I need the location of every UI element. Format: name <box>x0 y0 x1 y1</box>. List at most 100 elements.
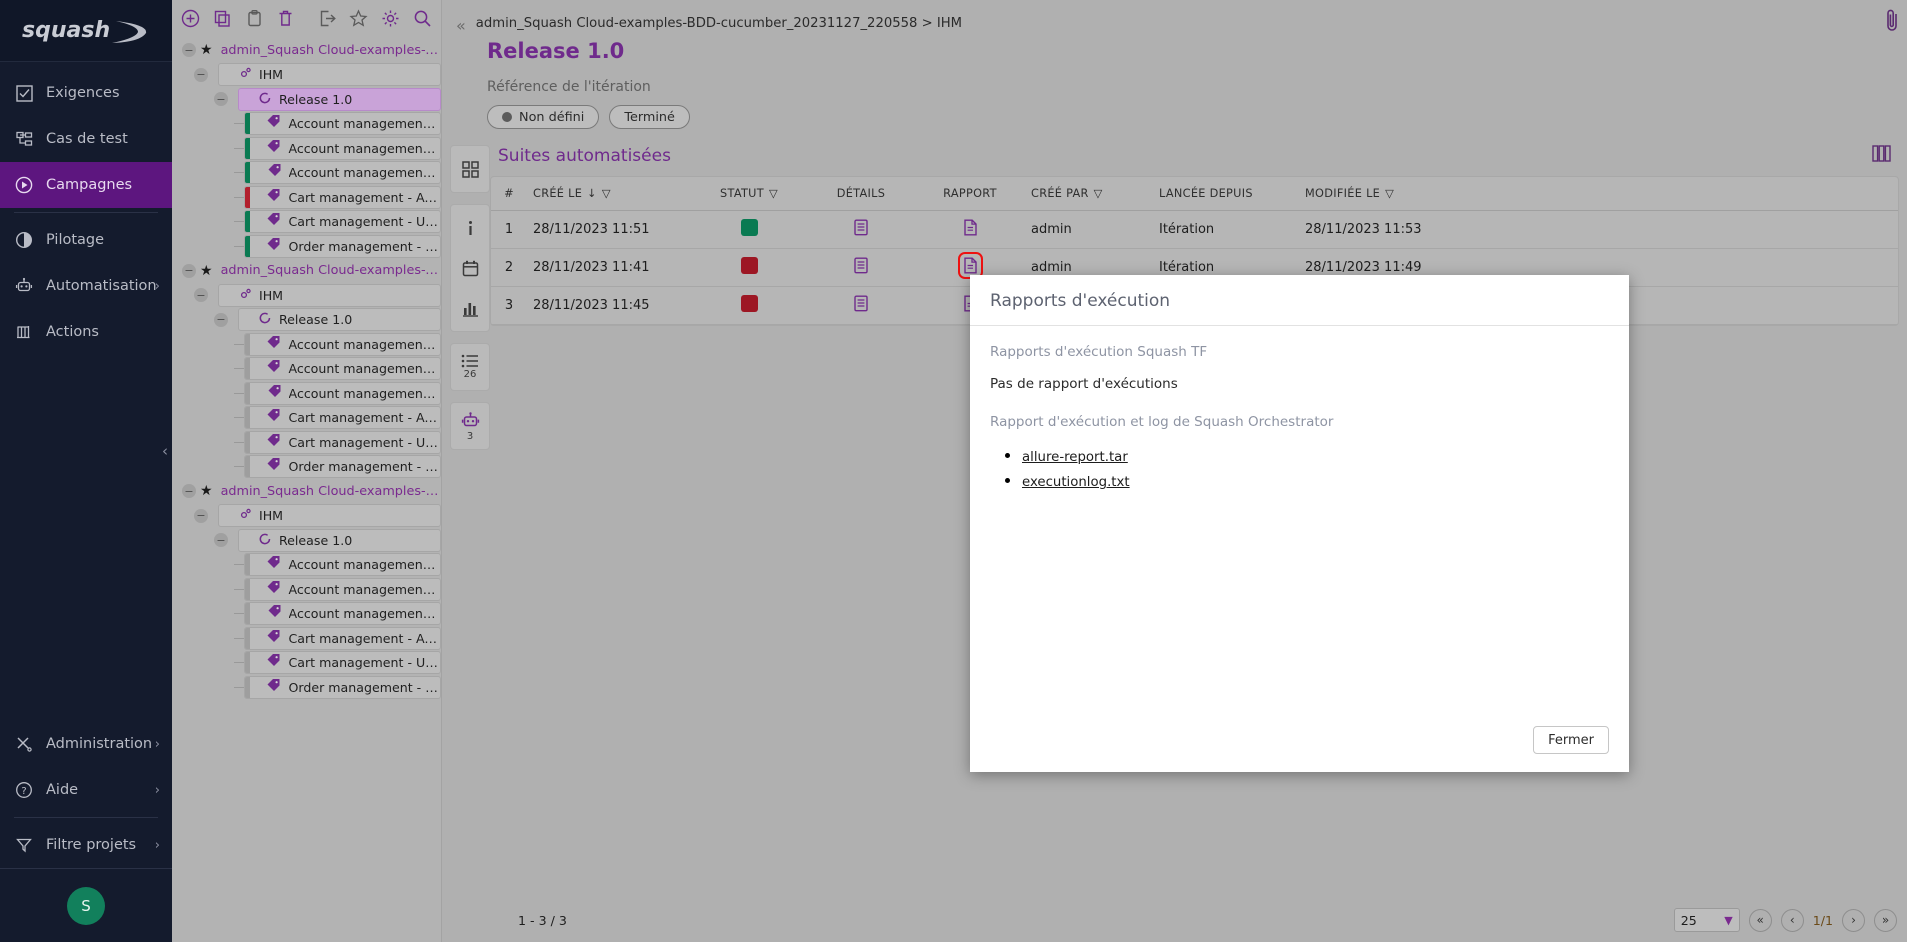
status-chip-non-defini[interactable]: Non défini <box>487 105 600 129</box>
tree-suite-row[interactable]: Order management - Order... <box>172 675 441 700</box>
tree-suite-node[interactable]: Account management - Lo... <box>244 602 441 626</box>
tree-release-row[interactable]: − Release 1.0 <box>172 308 441 333</box>
collapse-toggle-icon[interactable]: − <box>194 288 208 303</box>
tree-suite-node[interactable]: Account management - Acc... <box>244 332 441 356</box>
tree-folder-node[interactable]: IHM <box>218 63 441 87</box>
collapse-toggle-icon[interactable]: − <box>182 43 196 58</box>
tree-suite-row[interactable]: Cart management - Update... <box>172 651 441 676</box>
tree-suite-node[interactable]: Cart management - Add to ... <box>244 185 441 209</box>
tree-folder-row[interactable]: − IHM <box>172 63 441 88</box>
info-icon[interactable] <box>453 211 487 245</box>
tree-suite-row[interactable]: Account management - Acc... <box>172 357 441 382</box>
tree-project-row[interactable]: −★ admin_Squash Cloud-examples-BDD-... <box>172 259 441 284</box>
tree-suite-row[interactable]: Cart management - Add to ... <box>172 406 441 431</box>
columns-icon[interactable] <box>1872 145 1891 166</box>
last-page-button[interactable]: » <box>1874 908 1897 932</box>
collapse-toggle-icon[interactable]: − <box>182 263 196 278</box>
sort-desc-icon[interactable]: ↓ <box>587 187 597 200</box>
details-icon[interactable] <box>853 295 869 312</box>
delete-icon[interactable] <box>275 7 297 29</box>
tree-body[interactable]: −★admin_Squash Cloud-examples-BDD-...−IH… <box>172 36 441 942</box>
col-index[interactable]: # <box>491 177 527 211</box>
tree-suite-node[interactable]: Cart management - Add to ... <box>244 626 441 650</box>
tree-suite-row[interactable]: Account management - Acc... <box>172 136 441 161</box>
tree-suite-node[interactable]: Account management - Lo... <box>244 381 441 405</box>
tree-suite-row[interactable]: Order management - Order... <box>172 455 441 480</box>
list-icon[interactable]: 26 <box>453 350 487 384</box>
cell-details[interactable] <box>807 248 915 287</box>
col-modified-at[interactable]: MODIFIÉE LE ▽ <box>1299 177 1898 211</box>
tree-suite-node[interactable]: Account management - Acc... <box>244 553 441 577</box>
sidebar-item-filtre-projets[interactable]: Filtre projets › <box>0 822 172 868</box>
gear-icon[interactable] <box>380 7 402 29</box>
tree-suite-node[interactable]: Cart management - Update... <box>244 210 441 234</box>
collapse-toggle-icon[interactable]: − <box>214 92 228 107</box>
tree-suite-row[interactable]: Account management - Acc... <box>172 577 441 602</box>
close-dialog-button[interactable]: Fermer <box>1533 726 1609 754</box>
filter-icon[interactable]: ▽ <box>1094 187 1103 200</box>
col-details[interactable]: DÉTAILS <box>807 177 915 211</box>
tree-folder-row[interactable]: − IHM <box>172 504 441 529</box>
tree-release-row[interactable]: − Release 1.0 <box>172 87 441 112</box>
sidebar-item-campagnes[interactable]: Campagnes <box>0 162 172 208</box>
collapse-toggle-icon[interactable]: − <box>214 312 228 327</box>
cell-details[interactable] <box>807 210 915 249</box>
col-launched-from[interactable]: LANCÉE DEPUIS <box>1153 177 1299 211</box>
tree-suite-node[interactable]: Order management - Order... <box>244 455 441 479</box>
tree-folder-node[interactable]: IHM <box>218 504 441 528</box>
tree-suite-row[interactable]: Account management - Lo... <box>172 381 441 406</box>
tree-suite-row[interactable]: Cart management - Add to ... <box>172 185 441 210</box>
tree-suite-node[interactable]: Order management - Order... <box>244 675 441 699</box>
table-row[interactable]: 1 28/11/2023 11:51 admin Itération 28/11/202… <box>491 210 1898 249</box>
collapse-toggle-icon[interactable]: − <box>194 67 208 82</box>
tree-folder-row[interactable]: − IHM <box>172 283 441 308</box>
tree-suite-node[interactable]: Cart management - Add to ... <box>244 406 441 430</box>
tree-suite-row[interactable]: Account management - Acc... <box>172 332 441 357</box>
nav-collapse-button[interactable]: ‹ <box>162 442 168 460</box>
tree-suite-row[interactable]: Order management - Order... <box>172 234 441 259</box>
tree-suite-node[interactable]: Account management - Acc... <box>244 136 441 160</box>
tree-suite-row[interactable]: Account management - Lo... <box>172 602 441 627</box>
status-chip-termine[interactable]: Terminé <box>609 105 690 129</box>
report-link[interactable]: executionlog.txt <box>1022 475 1130 490</box>
tree-release-row[interactable]: − Release 1.0 <box>172 528 441 553</box>
tree-suite-row[interactable]: Account management - Lo... <box>172 161 441 186</box>
cell-details[interactable] <box>807 286 915 325</box>
sidebar-item-aide[interactable]: ? Aide › <box>0 767 172 813</box>
search-icon[interactable] <box>411 7 433 29</box>
sidebar-item-automatisation[interactable]: Automatisation › <box>0 263 172 309</box>
paperclip-icon[interactable] <box>1883 8 1901 38</box>
tree-release-node[interactable]: Release 1.0 <box>238 308 441 332</box>
tree-suite-node[interactable]: Account management - Acc... <box>244 112 441 136</box>
add-icon[interactable] <box>180 7 202 29</box>
col-report[interactable]: RAPPORT <box>915 177 1025 211</box>
next-page-button[interactable]: › <box>1842 908 1865 932</box>
col-created-at[interactable]: CRÉÉ LE ↓ ▽ <box>527 177 691 211</box>
report-icon[interactable] <box>963 219 978 236</box>
prev-page-button[interactable]: ‹ <box>1780 908 1804 932</box>
paste-icon[interactable] <box>243 7 265 29</box>
filter-icon[interactable]: ▽ <box>1385 187 1394 200</box>
bar-chart-icon[interactable] <box>453 291 487 325</box>
filter-icon[interactable]: ▽ <box>602 187 611 200</box>
copy-icon[interactable] <box>212 7 234 29</box>
dashboard-icon[interactable] <box>453 152 487 186</box>
sidebar-item-pilotage[interactable]: Pilotage <box>0 217 172 263</box>
col-status[interactable]: STATUT ▽ <box>691 177 807 211</box>
tree-suite-node[interactable]: Account management - Acc... <box>244 577 441 601</box>
collapse-toggle-icon[interactable]: − <box>182 484 196 499</box>
details-icon[interactable] <box>853 257 869 274</box>
sidebar-item-exigences[interactable]: Exigences <box>0 70 172 116</box>
tree-suite-row[interactable]: Account management - Acc... <box>172 553 441 578</box>
report-icon[interactable] <box>957 252 983 279</box>
report-link[interactable]: allure-report.tar <box>1022 450 1128 465</box>
filter-icon[interactable]: ▽ <box>769 187 778 200</box>
tree-suite-row[interactable]: Cart management - Update... <box>172 210 441 235</box>
sidebar-item-administration[interactable]: Administration › <box>0 721 172 767</box>
star-icon[interactable] <box>348 7 370 29</box>
collapse-toggle-icon[interactable]: − <box>194 508 208 523</box>
tree-release-node[interactable]: Release 1.0 <box>238 87 441 111</box>
col-created-by[interactable]: CRÉÉ PAR ▽ <box>1025 177 1153 211</box>
tree-suite-node[interactable]: Cart management - Update... <box>244 430 441 454</box>
first-page-button[interactable]: « <box>1748 908 1772 932</box>
